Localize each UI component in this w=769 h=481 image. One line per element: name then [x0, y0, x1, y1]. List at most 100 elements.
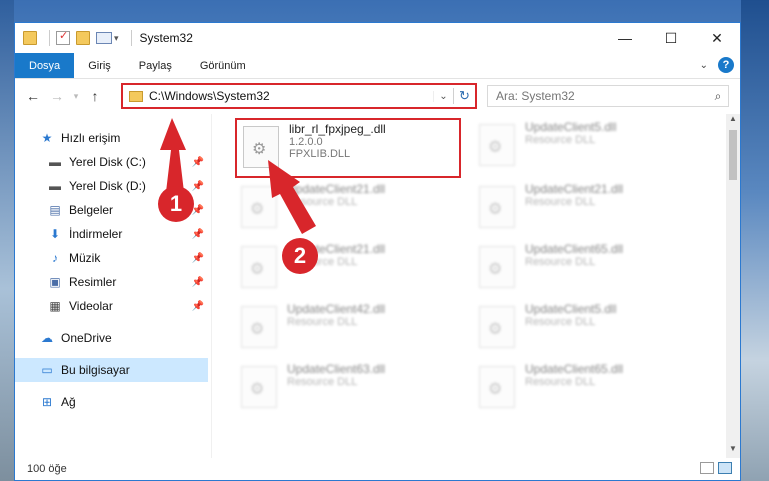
file-name: UpdateClient5.dll — [525, 302, 617, 316]
close-button[interactable]: ✕ — [694, 23, 740, 53]
navigation-bar: ← → ▾ ↑ C:\Windows\System32 ⌄ ↻ ⌕ — [15, 79, 740, 113]
computer-icon: ▭ — [41, 363, 53, 377]
file-description: FPXLIB.DLL — [289, 148, 351, 160]
scroll-up-icon[interactable]: ▲ — [726, 114, 740, 128]
dll-file-icon — [479, 246, 515, 288]
chevron-down-icon[interactable]: ▾ — [114, 33, 119, 44]
dll-file-icon — [479, 306, 515, 348]
file-description: Resource DLL — [287, 196, 358, 208]
help-icon[interactable]: ? — [718, 57, 734, 73]
step-2-badge: 2 — [282, 238, 318, 274]
recent-locations-icon[interactable]: ▾ — [71, 91, 81, 102]
file-item[interactable]: UpdateClient42.dll Resource DLL — [235, 300, 455, 356]
sidebar-item-label: Videolar — [69, 299, 113, 313]
pin-icon: 📌 — [191, 228, 204, 240]
scrollbar-thumb[interactable] — [729, 130, 737, 180]
vertical-scrollbar[interactable]: ▲ ▼ — [726, 114, 740, 458]
sidebar-item-quick-access[interactable]: ★ Hızlı erişim — [15, 126, 208, 150]
file-item[interactable]: UpdateClient63.dll Resource DLL — [235, 360, 455, 416]
sidebar-item-local-disk-c[interactable]: ▬ Yerel Disk (C:) 📌 — [15, 150, 208, 174]
pin-icon: 📌 — [191, 300, 204, 312]
expand-ribbon-icon[interactable]: ⌄ — [700, 60, 708, 71]
refresh-button[interactable]: ↻ — [453, 88, 475, 104]
sidebar-item-label: Müzik — [69, 251, 101, 265]
maximize-button[interactable]: ☐ — [648, 23, 694, 53]
status-bar: 100 öğe — [15, 458, 740, 480]
pin-icon: 📌 — [191, 180, 204, 192]
file-item[interactable]: UpdateClient65.dll Resource DLL — [473, 240, 693, 296]
dll-file-icon — [243, 126, 279, 168]
pane-divider — [211, 114, 212, 458]
desktop-background-right — [741, 0, 769, 481]
sidebar-item-label: İndirmeler — [69, 227, 123, 241]
file-item[interactable]: UpdateClient21.dll Resource DLL — [235, 180, 455, 236]
scroll-down-icon[interactable]: ▼ — [726, 444, 740, 458]
item-count: 100 öğe — [27, 463, 67, 475]
tab-view[interactable]: Görünüm — [186, 53, 260, 78]
desktop-background-left — [0, 0, 14, 481]
chevron-down-icon[interactable]: ⌄ — [433, 90, 453, 102]
tab-home[interactable]: Giriş — [74, 53, 125, 78]
address-bar[interactable]: C:\Windows\System32 ⌄ ↻ — [121, 83, 477, 109]
sidebar-item-label: Resimler — [69, 275, 117, 289]
search-icon[interactable]: ⌕ — [708, 89, 728, 104]
step-1-badge: 1 — [158, 186, 194, 222]
file-explorer-window: ▾ System32 — ☐ ✕ Dosya Giriş Paylaş Görü… — [14, 22, 741, 481]
sidebar-item-videos[interactable]: ▦ Videolar 📌 — [15, 294, 208, 318]
dll-file-icon — [479, 366, 515, 408]
file-description: Resource DLL — [525, 134, 596, 146]
sidebar-item-music[interactable]: ♪ Müzik 📌 — [15, 246, 208, 270]
window-controls: — ☐ ✕ — [602, 23, 740, 53]
file-description: Resource DLL — [287, 316, 358, 328]
file-item-selected[interactable]: libr_rl_fpxjpeg_.dll 1.2.0.0 FPXLIB.DLL — [235, 118, 461, 178]
sidebar-item-label: Yerel Disk (C:) — [69, 155, 146, 169]
dll-file-icon — [241, 246, 277, 288]
sidebar-item-pictures[interactable]: ▣ Resimler 📌 — [15, 270, 208, 294]
navigation-pane: ★ Hızlı erişim ▬ Yerel Disk (C:) 📌 ▬ Yer… — [15, 114, 208, 458]
tab-share[interactable]: Paylaş — [125, 53, 186, 78]
sidebar-item-label: OneDrive — [61, 331, 112, 345]
file-item[interactable]: UpdateClient21.dll Resource DLL — [235, 240, 455, 296]
main-content: ★ Hızlı erişim ▬ Yerel Disk (C:) 📌 ▬ Yer… — [15, 114, 740, 458]
file-item[interactable]: UpdateClient5.dll Resource DLL — [473, 118, 693, 174]
pin-icon: 📌 — [191, 252, 204, 264]
file-version: 1.2.0.0 — [289, 136, 323, 148]
tiles-view-icon[interactable] — [718, 462, 732, 474]
file-name: UpdateClient21.dll — [525, 182, 624, 196]
star-icon: ★ — [41, 131, 53, 145]
search-input[interactable] — [496, 89, 708, 103]
drive-icon: ▬ — [49, 155, 61, 169]
sidebar-item-label: Belgeler — [69, 203, 114, 217]
properties-check-icon[interactable] — [56, 29, 70, 45]
tab-file[interactable]: Dosya — [15, 53, 75, 78]
pin-icon: 📌 — [191, 276, 204, 288]
sidebar-item-downloads[interactable]: ⬇ İndirmeler 📌 — [15, 222, 208, 246]
file-item[interactable]: UpdateClient65.dll Resource DLL — [473, 360, 693, 416]
address-path[interactable]: C:\Windows\System32 — [149, 89, 433, 103]
file-item[interactable]: UpdateClient21.dll Resource DLL — [473, 180, 693, 236]
sidebar-item-network[interactable]: ⊞ Ağ — [15, 390, 208, 414]
quick-access-toolbar-icon[interactable] — [96, 32, 112, 44]
file-name: libr_rl_fpxjpeg_.dll — [289, 122, 386, 136]
cloud-icon: ☁ — [41, 331, 53, 345]
new-folder-icon[interactable] — [76, 31, 90, 45]
file-name: UpdateClient42.dll — [287, 302, 386, 316]
ribbon-right-controls: ⌄ ? — [700, 57, 734, 73]
folder-icon — [23, 31, 37, 45]
sidebar-item-label: Ağ — [61, 395, 76, 409]
file-item[interactable]: UpdateClient5.dll Resource DLL — [473, 300, 693, 356]
file-name: UpdateClient65.dll — [525, 242, 624, 256]
dll-file-icon — [241, 186, 277, 228]
details-view-icon[interactable] — [700, 462, 714, 474]
ribbon-tabs: Dosya Giriş Paylaş Görünüm ⌄ ? — [15, 53, 740, 79]
minimize-button[interactable]: — — [602, 23, 648, 53]
separator — [130, 30, 132, 46]
search-box[interactable]: ⌕ — [487, 85, 729, 107]
file-description: Resource DLL — [525, 316, 596, 328]
forward-button[interactable]: → — [47, 88, 67, 104]
up-button[interactable]: ↑ — [85, 88, 105, 104]
sidebar-item-this-pc[interactable]: ▭ Bu bilgisayar — [15, 358, 208, 382]
dll-file-icon — [479, 124, 515, 166]
sidebar-item-onedrive[interactable]: ☁ OneDrive — [15, 326, 208, 350]
back-button[interactable]: ← — [23, 88, 43, 104]
